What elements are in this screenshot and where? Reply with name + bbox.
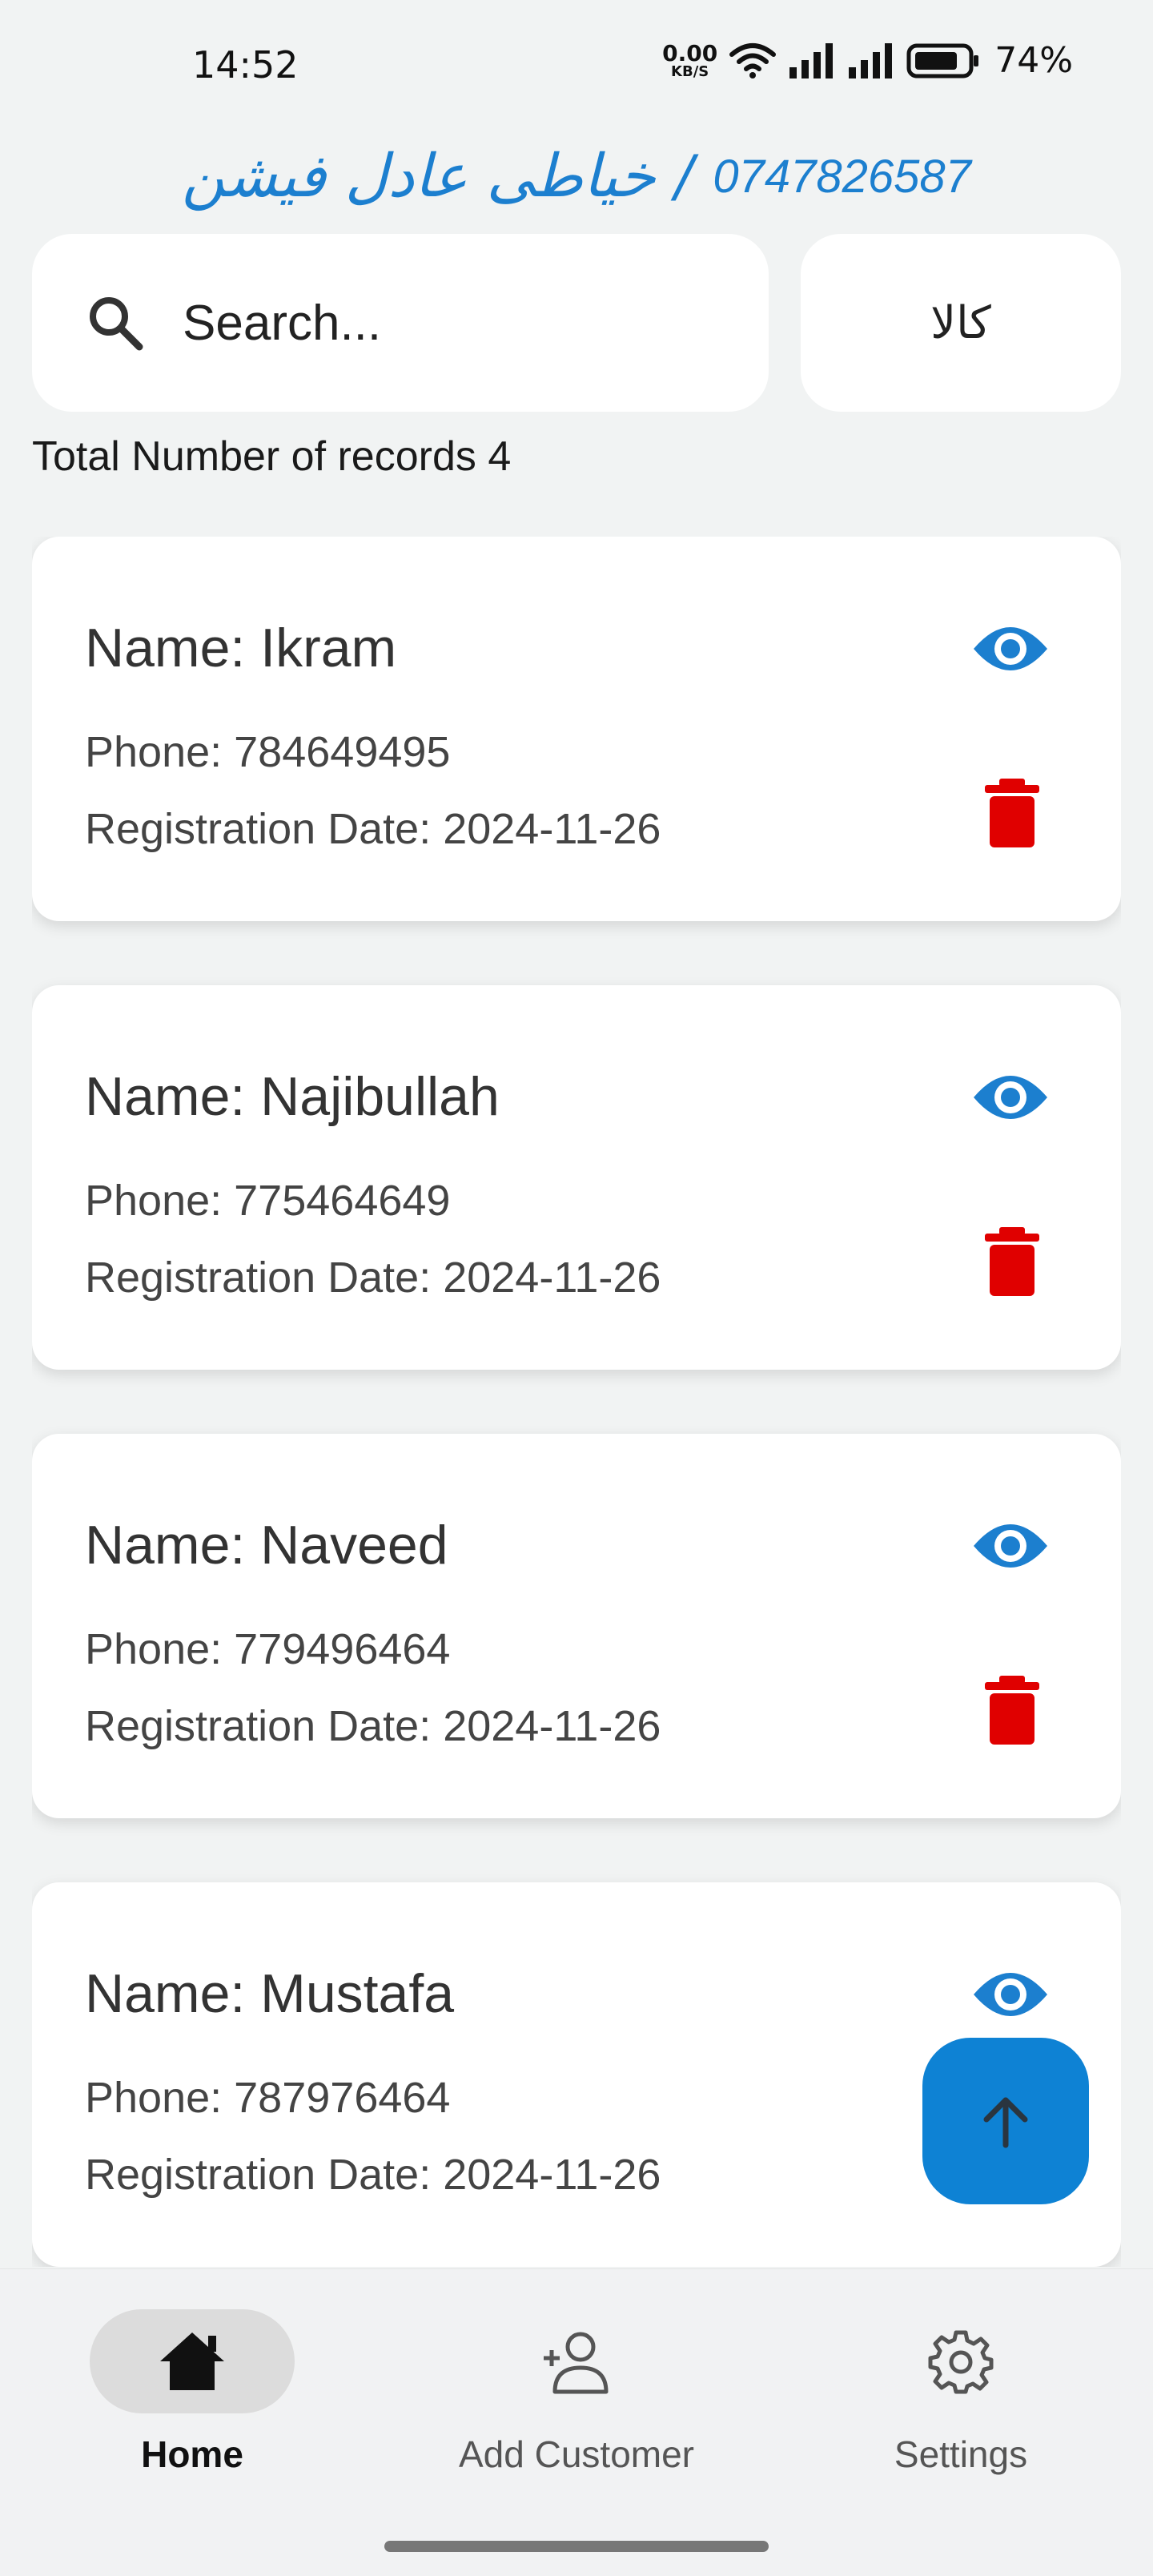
battery-icon	[906, 43, 979, 78]
customer-phone: Phone: 784649495	[85, 728, 451, 776]
home-indicator[interactable]	[384, 2541, 769, 2552]
shop-phone: 0747826587	[713, 150, 971, 203]
nav-active-indicator	[90, 2309, 295, 2413]
scroll-to-top-button[interactable]	[922, 2038, 1089, 2204]
nav-label-home: Home	[141, 2433, 243, 2475]
cloth-filter-label: کالا	[930, 296, 991, 349]
status-icons: 0.00 KB/S 74%	[662, 40, 1073, 81]
nav-icon-container	[858, 2309, 1063, 2413]
cloth-filter-button[interactable]: کالا	[801, 234, 1121, 412]
title-separator: /	[674, 143, 694, 209]
customer-name: Name: Ikram	[85, 618, 397, 678]
customer-name: Name: Naveed	[85, 1515, 448, 1576]
search-bar[interactable]	[32, 234, 769, 412]
gear-icon	[928, 2330, 994, 2394]
customer-registration-date: Registration Date: 2024-11-26	[85, 1702, 661, 1750]
network-speed-value: 0.00	[662, 39, 718, 66]
nav-item-home[interactable]: Home	[72, 2309, 312, 2518]
nav-label-add-customer: Add Customer	[458, 2433, 694, 2475]
customer-name: Name: Mustafa	[85, 1963, 455, 2024]
customer-registration-date: Registration Date: 2024-11-26	[85, 2151, 661, 2199]
page-title: خیاطی عادل فیشن / 0747826587	[0, 128, 1153, 224]
signal-icon	[849, 42, 893, 78]
search-icon	[90, 297, 143, 351]
shop-name: خیاطی عادل فیشن	[182, 142, 656, 211]
customer-phone: Phone: 779496464	[85, 1625, 451, 1673]
customer-card[interactable]: Name: Ikram Phone: 784649495 Registratio…	[32, 537, 1121, 921]
signal-icon	[789, 42, 834, 78]
eye-icon[interactable]	[970, 617, 1051, 681]
record-count: Total Number of records 4	[32, 433, 512, 480]
customer-card[interactable]: Name: Naveed Phone: 779496464 Registrati…	[32, 1434, 1121, 1818]
eye-icon[interactable]	[970, 1065, 1051, 1129]
eye-icon[interactable]	[970, 1962, 1051, 2027]
customer-phone: Phone: 787976464	[85, 2074, 451, 2122]
customer-phone: Phone: 775464649	[85, 1177, 451, 1225]
customer-list[interactable]: Name: Ikram Phone: 784649495 Registratio…	[32, 537, 1121, 2267]
network-speed-unit: KB/S	[671, 62, 709, 80]
search-input[interactable]	[183, 294, 727, 352]
battery-percent: 74%	[994, 40, 1073, 81]
home-icon	[160, 2332, 224, 2390]
customer-registration-date: Registration Date: 2024-11-26	[85, 805, 661, 853]
trash-icon[interactable]	[982, 1674, 1043, 1746]
wifi-icon	[729, 42, 777, 78]
app-screen: 14:52 0.00 KB/S 74% خیاطی عادل فیشن / 07…	[0, 0, 1153, 2576]
nav-item-settings[interactable]: Settings	[841, 2309, 1081, 2518]
arrow-up-icon	[983, 2097, 1028, 2148]
status-time: 14:52	[192, 43, 299, 87]
bottom-navigation: Home Add Customer Settings	[0, 2268, 1153, 2576]
trash-icon[interactable]	[982, 1226, 1043, 1298]
add-person-icon	[544, 2332, 609, 2394]
network-speed: 0.00 KB/S	[662, 42, 717, 79]
nav-item-add-customer[interactable]: Add Customer	[456, 2309, 697, 2518]
eye-icon[interactable]	[970, 1514, 1051, 1578]
status-bar: 14:52 0.00 KB/S 74%	[0, 0, 1153, 128]
nav-label-settings: Settings	[894, 2433, 1028, 2475]
customer-card[interactable]: Name: Najibullah Phone: 775464649 Regist…	[32, 985, 1121, 1370]
nav-icon-container	[474, 2309, 679, 2413]
trash-icon[interactable]	[982, 777, 1043, 849]
customer-name: Name: Najibullah	[85, 1066, 500, 1127]
customer-registration-date: Registration Date: 2024-11-26	[85, 1254, 661, 1302]
